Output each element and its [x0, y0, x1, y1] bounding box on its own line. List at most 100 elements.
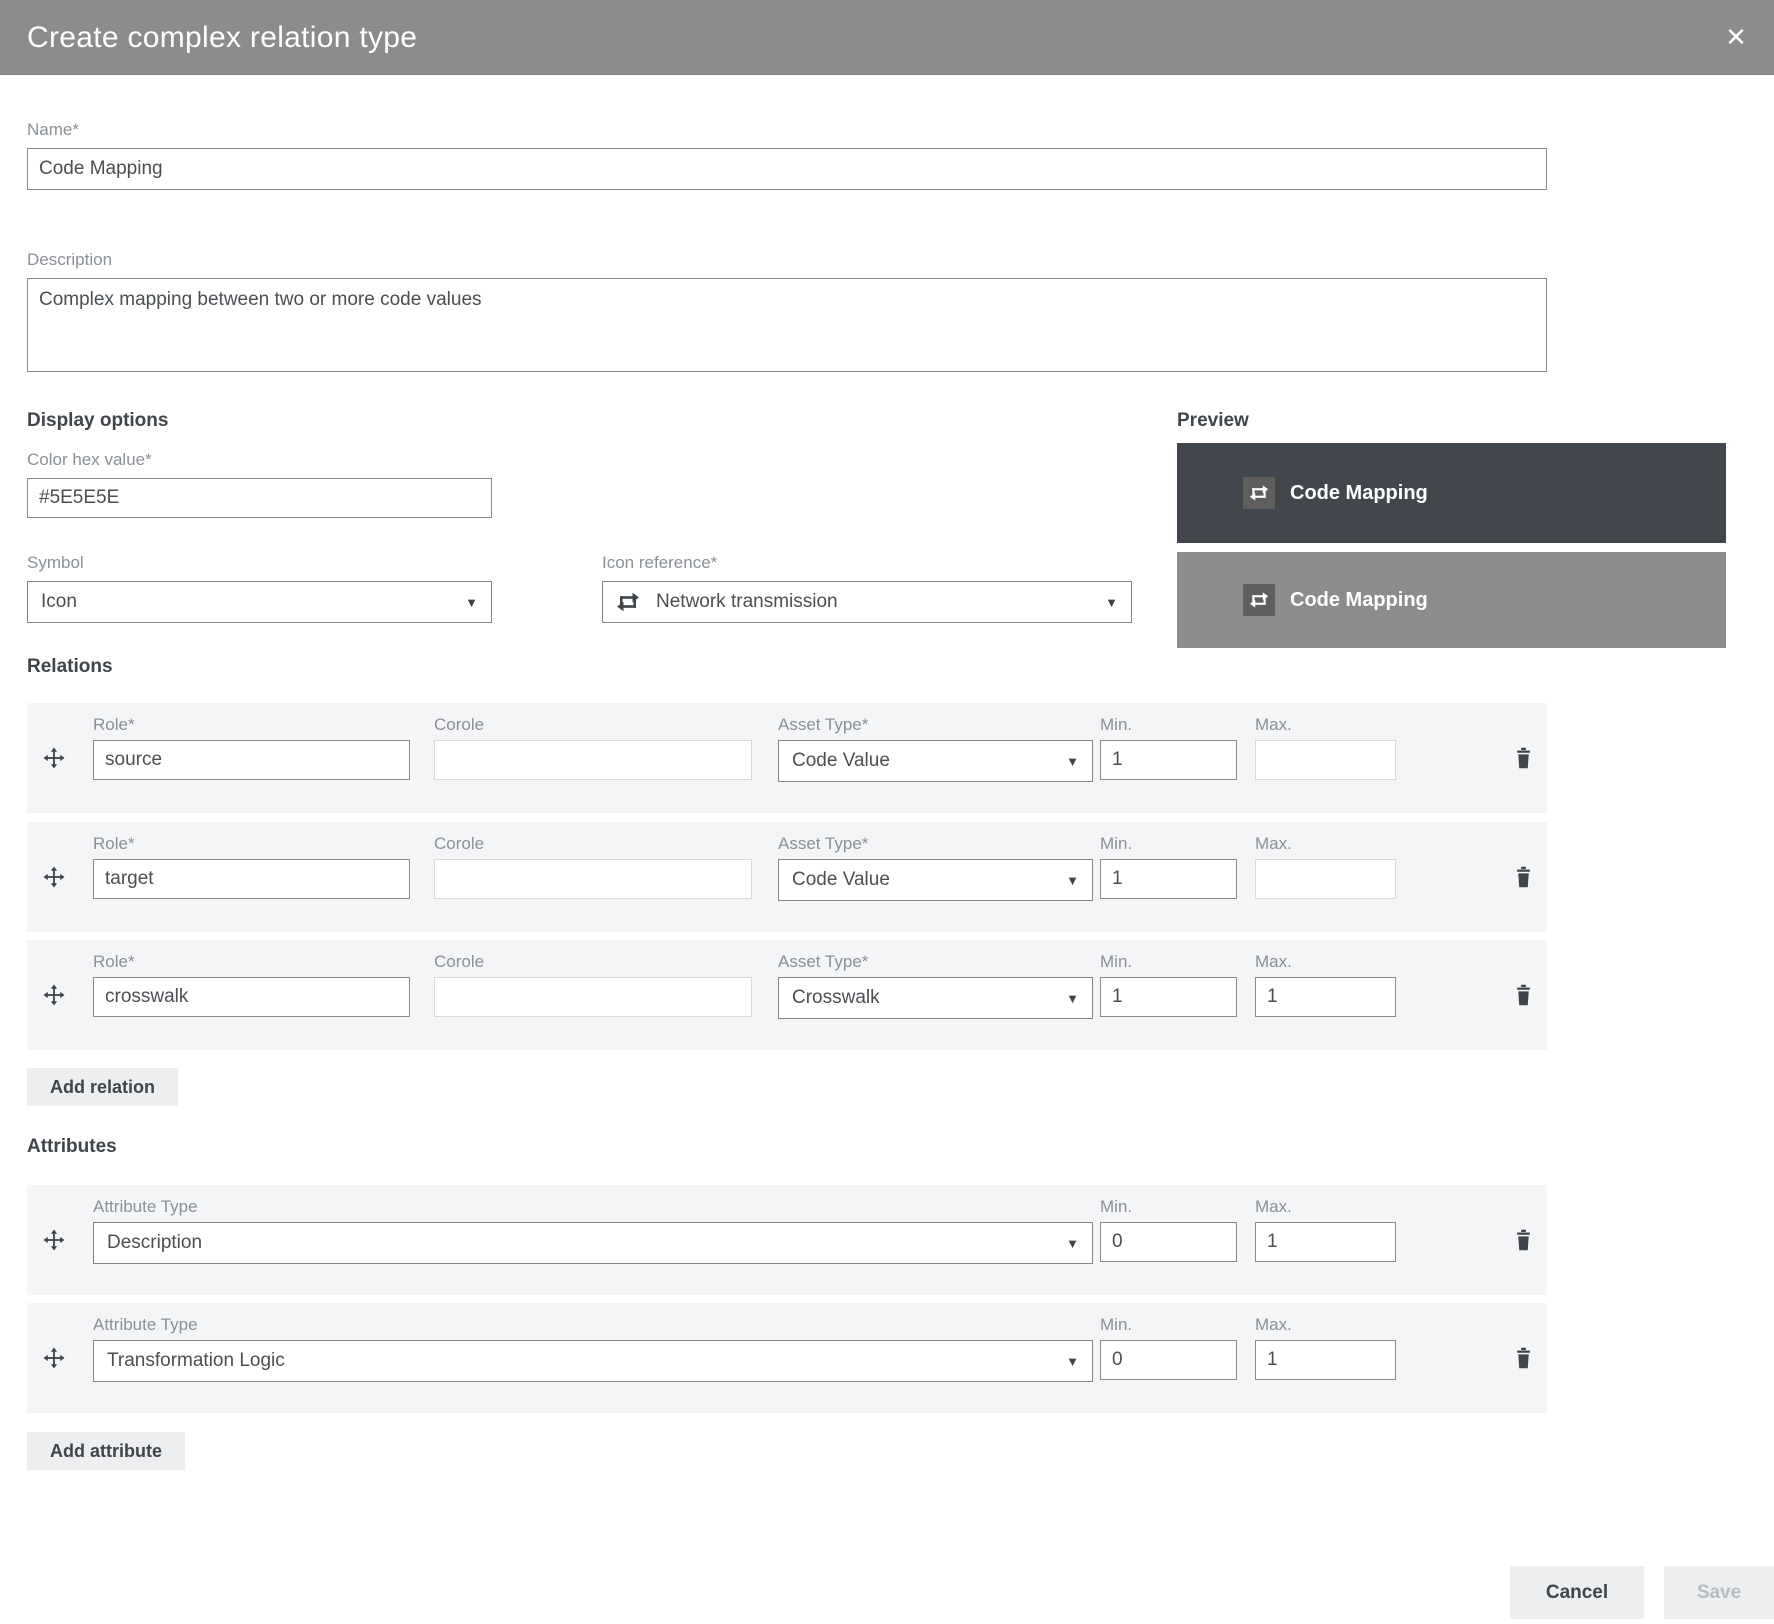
add-relation-button[interactable]: Add relation: [27, 1068, 179, 1106]
attribute-type-select[interactable]: Transformation Logic ▼: [93, 1340, 1093, 1382]
chevron-down-icon: ▼: [1066, 753, 1079, 769]
asset-type-label: Asset Type*: [778, 834, 869, 853]
icon-reference-label: Icon reference*: [602, 553, 718, 572]
close-button[interactable]: ✕: [1714, 0, 1758, 75]
color-hex-input[interactable]: [27, 478, 492, 518]
asset-type-value: Crosswalk: [792, 987, 880, 1008]
corole-label: Corole: [434, 834, 485, 853]
min-label: Min.: [1100, 1315, 1133, 1334]
close-icon: ✕: [1725, 22, 1747, 52]
preview-heading: Preview: [1177, 410, 1249, 431]
delete-row-button[interactable]: [1509, 744, 1537, 772]
corole-label: Corole: [434, 952, 485, 971]
delete-row-button[interactable]: [1509, 981, 1537, 1009]
relations-heading: Relations: [27, 656, 113, 677]
relation-row: Role* Corole Asset Type* Crosswalk ▼ Min…: [27, 940, 1547, 1050]
max-input[interactable]: [1255, 1340, 1396, 1380]
min-input[interactable]: [1100, 977, 1237, 1017]
drag-handle-icon[interactable]: [43, 1346, 67, 1370]
attribute-type-value: Transformation Logic: [107, 1350, 285, 1371]
preview-tile-label: Code Mapping: [1290, 481, 1428, 504]
relation-row: Role* Corole Asset Type* Code Value ▼ Mi…: [27, 822, 1547, 932]
network-transmission-icon: [1243, 477, 1275, 509]
role-label: Role*: [93, 715, 135, 734]
icon-reference-value: Network transmission: [656, 591, 838, 612]
modal-header: Create complex relation type ✕: [0, 0, 1774, 75]
asset-type-value: Code Value: [792, 869, 890, 890]
relation-row: Role* Corole Asset Type* Code Value ▼ Mi…: [27, 703, 1547, 813]
description-textarea[interactable]: Complex mapping between two or more code…: [27, 278, 1547, 372]
min-label: Min.: [1100, 1197, 1133, 1216]
role-label: Role*: [93, 952, 135, 971]
chevron-down-icon: ▼: [1066, 1235, 1079, 1251]
modal-title: Create complex relation type: [27, 20, 418, 54]
max-input[interactable]: [1255, 859, 1396, 899]
min-label: Min.: [1100, 952, 1133, 971]
max-label: Max.: [1255, 834, 1292, 853]
corole-input[interactable]: [434, 859, 752, 899]
asset-type-select[interactable]: Code Value ▼: [778, 859, 1093, 901]
min-label: Min.: [1100, 834, 1133, 853]
attribute-type-label: Attribute Type: [93, 1315, 198, 1334]
preview-tile-gray: Code Mapping: [1177, 552, 1726, 648]
min-input[interactable]: [1100, 859, 1237, 899]
symbol-label: Symbol: [27, 553, 84, 572]
max-label: Max.: [1255, 952, 1292, 971]
drag-handle-icon[interactable]: [43, 983, 67, 1007]
role-input[interactable]: [93, 740, 410, 780]
min-label: Min.: [1100, 715, 1133, 734]
drag-handle-icon[interactable]: [43, 746, 67, 770]
name-label: Name*: [27, 120, 79, 139]
icon-reference-select[interactable]: Network transmission ▼: [602, 581, 1132, 623]
attribute-type-value: Description: [107, 1232, 203, 1253]
max-label: Max.: [1255, 715, 1292, 734]
asset-type-select[interactable]: Code Value ▼: [778, 740, 1093, 782]
preview-tile-label: Code Mapping: [1290, 588, 1428, 611]
attribute-type-label: Attribute Type: [93, 1197, 198, 1216]
attribute-row: Attribute Type Description ▼ Min. Max.: [27, 1185, 1547, 1295]
name-input[interactable]: [27, 148, 1547, 190]
add-attribute-button[interactable]: Add attribute: [27, 1432, 185, 1470]
network-transmission-icon: [616, 590, 640, 614]
chevron-down-icon: ▼: [1066, 1353, 1079, 1369]
save-button[interactable]: Save: [1664, 1566, 1774, 1619]
cancel-button[interactable]: Cancel: [1510, 1566, 1644, 1619]
trash-icon: [1516, 1347, 1530, 1369]
color-hex-label: Color hex value*: [27, 450, 152, 469]
delete-row-button[interactable]: [1509, 863, 1537, 891]
chevron-down-icon: ▼: [1066, 990, 1079, 1006]
max-input[interactable]: [1255, 1222, 1396, 1262]
delete-row-button[interactable]: [1509, 1226, 1537, 1254]
min-input[interactable]: [1100, 1340, 1237, 1380]
max-label: Max.: [1255, 1197, 1292, 1216]
attribute-row: Attribute Type Transformation Logic ▼ Mi…: [27, 1303, 1547, 1413]
chevron-down-icon: ▼: [465, 594, 478, 610]
chevron-down-icon: ▼: [1066, 872, 1079, 888]
max-input[interactable]: [1255, 977, 1396, 1017]
role-input[interactable]: [93, 859, 410, 899]
symbol-value: Icon: [41, 591, 77, 612]
preview-tile-dark: Code Mapping: [1177, 443, 1726, 543]
drag-handle-icon[interactable]: [43, 865, 67, 889]
attributes-heading: Attributes: [27, 1136, 117, 1157]
role-input[interactable]: [93, 977, 410, 1017]
corole-input[interactable]: [434, 740, 752, 780]
attribute-type-select[interactable]: Description ▼: [93, 1222, 1093, 1264]
delete-row-button[interactable]: [1509, 1344, 1537, 1372]
corole-label: Corole: [434, 715, 485, 734]
asset-type-label: Asset Type*: [778, 952, 869, 971]
min-input[interactable]: [1100, 740, 1237, 780]
corole-input[interactable]: [434, 977, 752, 1017]
trash-icon: [1516, 984, 1530, 1006]
symbol-select[interactable]: Icon ▼: [27, 581, 492, 623]
description-label: Description: [27, 250, 113, 269]
chevron-down-icon: ▼: [1105, 594, 1118, 610]
max-label: Max.: [1255, 1315, 1292, 1334]
asset-type-select[interactable]: Crosswalk ▼: [778, 977, 1093, 1019]
max-input[interactable]: [1255, 740, 1396, 780]
network-transmission-icon: [1243, 584, 1275, 616]
trash-icon: [1516, 866, 1530, 888]
asset-type-label: Asset Type*: [778, 715, 869, 734]
drag-handle-icon[interactable]: [43, 1228, 67, 1252]
min-input[interactable]: [1100, 1222, 1237, 1262]
